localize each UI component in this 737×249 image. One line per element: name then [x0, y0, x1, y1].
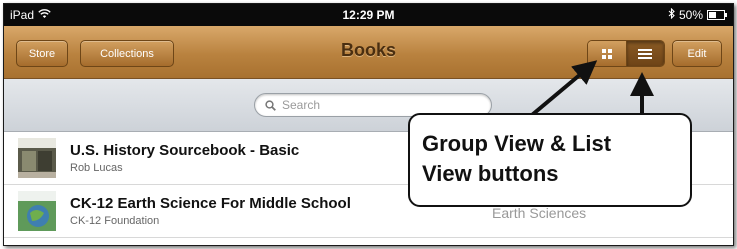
list-view-icon [638, 48, 653, 59]
status-time: 12:29 PM [342, 8, 395, 22]
battery-percent: 50% [678, 8, 703, 22]
book-title: CK-12 Earth Science For Middle School [70, 195, 351, 212]
bluetooth-icon [668, 7, 675, 22]
book-author: CK-12 Foundation [70, 215, 160, 227]
annotation-line-2: View buttons [422, 161, 559, 186]
edit-button[interactable]: Edit [672, 40, 722, 67]
nav-bar: Store Collections Books Edit [4, 26, 733, 79]
battery-icon [707, 10, 727, 20]
list-view-button[interactable] [626, 41, 664, 66]
annotation-callout: Group View & List View buttons [408, 113, 692, 207]
book-author: Rob Lucas [70, 162, 123, 174]
group-view-button[interactable] [588, 41, 627, 66]
grid-view-icon [601, 48, 612, 59]
book-title: U.S. History Sourcebook - Basic [70, 142, 300, 159]
book-cover [18, 191, 56, 231]
search-input[interactable] [280, 97, 474, 113]
book-cover [18, 138, 56, 178]
status-bar: iPad 12:29 PM 50% [4, 4, 733, 26]
search-icon [265, 99, 276, 111]
annotation-line-1: Group View & List [422, 131, 612, 156]
view-toggle [587, 40, 665, 67]
book-genre: Earth Sciences [492, 205, 587, 221]
